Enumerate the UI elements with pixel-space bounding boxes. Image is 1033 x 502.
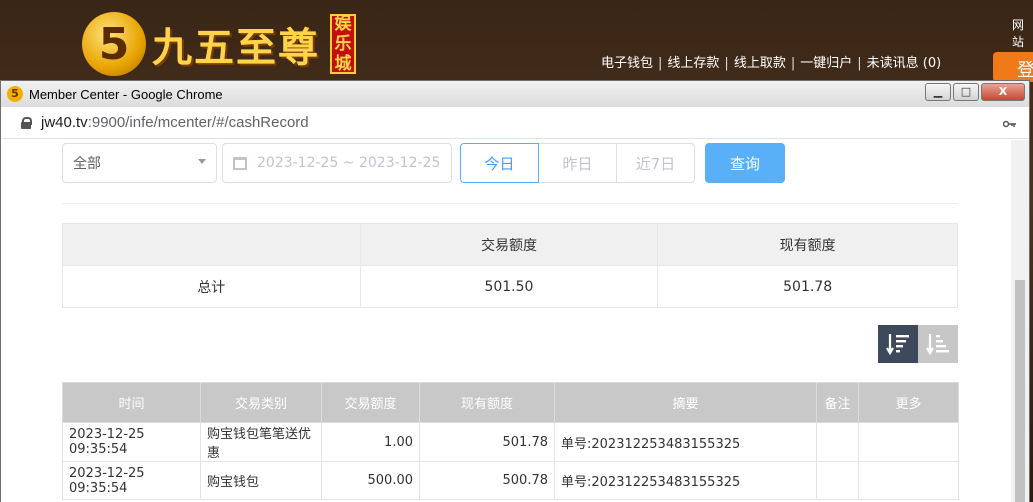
yesterday-button[interactable]: 昨日 (538, 143, 617, 183)
header-balance[interactable]: 现有额度 (419, 382, 555, 423)
cell-summary: 单号:202312253483155325 (554, 422, 817, 462)
divider (62, 203, 958, 204)
nav-separator: | (658, 56, 663, 71)
top-right-link[interactable]: 网站 (1012, 16, 1033, 50)
key-icon[interactable] (1002, 117, 1017, 131)
site-top-nav: 电子钱包 | 线上存款 | 线上取款 | 一键归户 | 未读讯息 (0) (601, 52, 941, 71)
scrollbar-thumb[interactable] (1015, 280, 1025, 502)
query-button[interactable]: 查询 (705, 143, 785, 183)
header-amount[interactable]: 交易额度 (321, 382, 420, 423)
summary-amount: 501.50 (359, 265, 659, 308)
cell-balance: 501.78 (419, 422, 555, 462)
url-text[interactable]: jw40.tv:9900/infe/mcenter/#/cashRecord (41, 114, 309, 131)
sort-ascending-icon (926, 334, 949, 356)
logo-badge-char: 城 (334, 54, 352, 74)
url-host: jw40.tv (41, 114, 88, 131)
site-logo[interactable]: 5 九五至尊 娱 乐 城 (82, 12, 356, 76)
logo-badge: 娱 乐 城 (330, 14, 356, 74)
cell-type: 购宝钱包笔笔送优惠 (200, 422, 322, 462)
address-bar[interactable]: jw40.tv:9900/infe/mcenter/#/cashRecord (1, 107, 1029, 139)
records-header-row: 时间 交易类别 交易额度 现有额度 摘要 备注 更多 (62, 382, 959, 423)
summary-header-amount: 交易额度 (359, 223, 659, 266)
date-range-picker[interactable]: 2023-12-25 ~ 2023-12-25 (222, 143, 452, 183)
summary-label: 总计 (62, 265, 361, 308)
filter-bar: 全部 2023-12-25 ~ 2023-12-25 今日 昨日 近7日 查询 (62, 143, 785, 183)
summary-table: 交易额度 现有额度 总计 501.50 501.78 (62, 223, 958, 308)
today-button[interactable]: 今日 (460, 143, 539, 183)
sort-ascending-button[interactable] (918, 325, 958, 363)
nav-separator: | (790, 56, 796, 71)
window-controls: ▁ □ X (923, 83, 1025, 101)
summary-row: 总计 501.50 501.78 (62, 265, 958, 308)
logo-badge-char: 娱 (334, 14, 352, 34)
nav-e-wallet[interactable]: 电子钱包 (601, 56, 653, 71)
lock-icon[interactable] (21, 116, 32, 129)
cell-summary: 单号:202312253483155325 (554, 461, 817, 500)
quick-date-buttons: 今日 昨日 近7日 (460, 143, 695, 183)
site-favicon-icon: 5 (7, 86, 23, 102)
login-button[interactable]: 登 (993, 52, 1033, 82)
chevron-down-icon (198, 159, 206, 164)
chrome-popup-window: 5 Member Center - Google Chrome ▁ □ X jw… (0, 80, 1030, 502)
logo-badge-char: 乐 (334, 34, 352, 54)
header-summary[interactable]: 摘要 (554, 382, 817, 423)
nav-one-click-transfer[interactable]: 一键归户 (800, 56, 852, 71)
header-time[interactable]: 时间 (62, 382, 201, 423)
select-value: 全部 (73, 156, 101, 172)
summary-header-balance: 现有额度 (657, 223, 958, 266)
cell-amount: 1.00 (321, 422, 420, 462)
sort-descending-button[interactable] (878, 325, 918, 363)
summary-header-row: 交易额度 现有额度 (62, 223, 958, 266)
cell-more[interactable] (858, 422, 959, 462)
calendar-icon (233, 156, 247, 170)
date-range-value: 2023-12-25 ~ 2023-12-25 (257, 155, 441, 171)
cell-type: 购宝钱包 (200, 461, 322, 500)
url-path: :9900/infe/mcenter/#/cashRecord (87, 114, 309, 131)
table-row[interactable]: 2023-12-25 09:35:54 购宝钱包笔笔送优惠 1.00 501.7… (62, 422, 959, 462)
nav-separator: | (857, 56, 862, 71)
transaction-type-select[interactable]: 全部 (62, 143, 217, 183)
cash-record-table: 时间 交易类别 交易额度 现有额度 摘要 备注 更多 2023-12-25 09… (62, 382, 959, 500)
sort-descending-icon (886, 334, 909, 356)
nav-online-deposit[interactable]: 线上存款 (667, 56, 719, 71)
header-more[interactable]: 更多 (858, 382, 959, 423)
cell-balance: 500.78 (419, 461, 555, 500)
header-note[interactable]: 备注 (816, 382, 859, 423)
cell-note (816, 461, 859, 500)
last-7-days-button[interactable]: 近7日 (616, 143, 695, 183)
cell-more[interactable] (858, 461, 959, 500)
cell-time: 2023-12-25 09:35:54 (62, 422, 201, 462)
summary-balance: 501.78 (657, 265, 958, 308)
nav-unread-messages[interactable]: 未读讯息 (0) (867, 56, 942, 71)
logo-emblem: 5 (82, 12, 146, 76)
nav-separator: | (724, 56, 729, 71)
window-title: Member Center - Google Chrome (29, 86, 223, 102)
page-content: 全部 2023-12-25 ~ 2023-12-25 今日 昨日 近7日 查询 … (1, 140, 1011, 502)
vertical-scrollbar[interactable] (1011, 140, 1029, 502)
cell-amount: 500.00 (321, 461, 420, 500)
cell-note (816, 422, 859, 462)
cell-time: 2023-12-25 09:35:54 (62, 461, 201, 500)
nav-online-withdraw[interactable]: 线上取款 (734, 56, 786, 71)
window-titlebar[interactable]: 5 Member Center - Google Chrome ▁ □ X (1, 81, 1029, 107)
table-row[interactable]: 2023-12-25 09:35:54 购宝钱包 500.00 500.78 单… (62, 461, 959, 500)
maximize-button[interactable]: □ (953, 83, 979, 101)
summary-header-blank (62, 223, 361, 266)
minimize-button[interactable]: ▁ (925, 83, 951, 101)
header-type[interactable]: 交易类别 (200, 382, 322, 423)
close-button[interactable]: X (981, 83, 1025, 101)
logo-title: 九五至尊 (152, 24, 320, 71)
